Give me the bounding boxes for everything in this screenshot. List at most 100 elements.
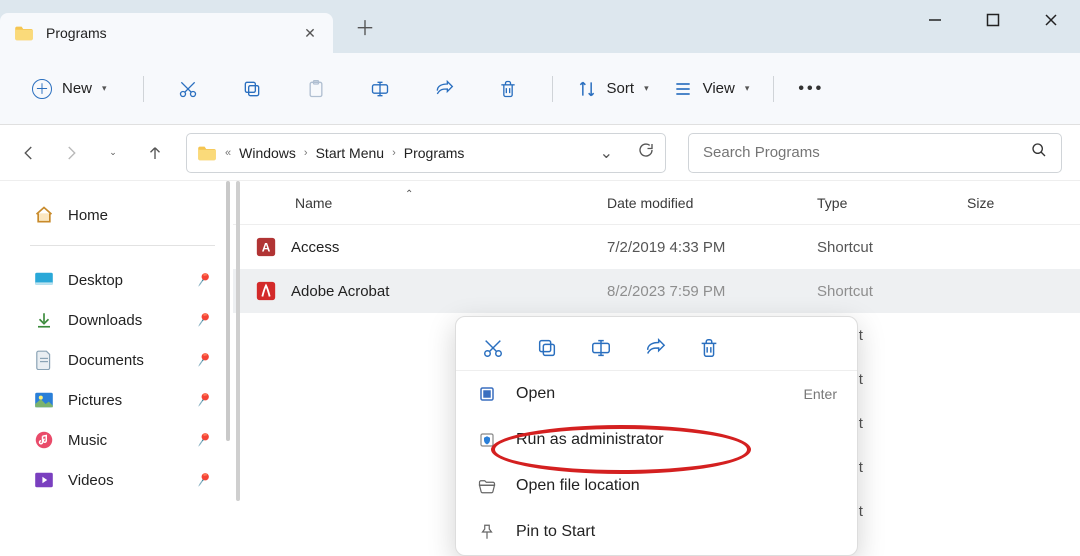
sort-label: Sort xyxy=(607,80,635,97)
context-menu: Open Enter Run as administrator Open fil… xyxy=(455,316,858,556)
view-button[interactable]: View ▾ xyxy=(673,69,750,109)
recent-button[interactable]: ⌄ xyxy=(96,136,130,170)
share-button[interactable] xyxy=(642,335,668,361)
tab-programs[interactable]: Programs ✕ xyxy=(0,13,333,53)
sidebar-label: Desktop xyxy=(68,272,123,289)
access-icon: A xyxy=(255,236,277,258)
col-date[interactable]: Date modified xyxy=(607,195,817,211)
menu-open-label: Open xyxy=(516,385,555,403)
navbar: ⌄ « Windows › Start Menu › Programs ⌄ xyxy=(0,125,1080,181)
menu-open[interactable]: Open Enter xyxy=(456,371,857,417)
share-button[interactable] xyxy=(424,69,464,109)
file-name: Access xyxy=(291,239,607,256)
copy-button[interactable] xyxy=(534,335,560,361)
col-type[interactable]: Type xyxy=(817,195,967,211)
tab-title: Programs xyxy=(46,25,301,41)
videos-icon xyxy=(34,471,54,489)
crumb-programs[interactable]: Programs xyxy=(404,145,465,161)
view-label: View xyxy=(703,80,735,97)
sidebar-item-downloads[interactable]: Downloads 📍 xyxy=(0,300,233,340)
file-date: 7/2/2019 4:33 PM xyxy=(607,239,817,256)
more-button[interactable]: ••• xyxy=(798,80,824,98)
pin-icon[interactable]: 📍 xyxy=(190,468,214,492)
refresh-button[interactable] xyxy=(637,141,655,164)
addr-dropdown[interactable]: ⌄ xyxy=(600,143,613,163)
menu-run-admin-label: Run as administrator xyxy=(516,431,664,449)
pin-icon[interactable]: 📍 xyxy=(190,268,214,292)
paste-button[interactable] xyxy=(296,69,336,109)
separator xyxy=(773,76,774,102)
sidebar-label: Documents xyxy=(68,352,144,369)
delete-button[interactable] xyxy=(488,69,528,109)
menu-pin-start[interactable]: Pin to Start xyxy=(456,509,857,555)
chevron-right-icon: › xyxy=(392,147,396,159)
crumb-windows[interactable]: Windows xyxy=(239,145,296,161)
file-row[interactable]: A Access 7/2/2019 4:33 PM Shortcut xyxy=(233,225,1080,269)
up-button[interactable] xyxy=(138,136,172,170)
pin-icon[interactable]: 📍 xyxy=(190,308,214,332)
new-label: New xyxy=(62,80,92,97)
chevron-down-icon: ▾ xyxy=(644,83,649,94)
tab-close-button[interactable]: ✕ xyxy=(301,25,319,42)
maximize-button[interactable] xyxy=(964,0,1022,40)
acrobat-icon xyxy=(255,280,277,302)
col-size[interactable]: Size xyxy=(967,195,1080,211)
toolbar: ＋ New ▾ Sort ▾ View ▾ ••• xyxy=(0,53,1080,125)
titlebar: Programs ✕ ＋ xyxy=(0,0,1080,53)
pin-icon xyxy=(476,521,498,543)
separator xyxy=(143,76,144,102)
minimize-button[interactable] xyxy=(906,0,964,40)
file-row-selected[interactable]: Adobe Acrobat 8/2/2023 7:59 PM Shortcut xyxy=(233,269,1080,313)
pin-icon[interactable]: 📍 xyxy=(190,428,214,452)
window-controls xyxy=(906,0,1080,40)
view-icon xyxy=(673,69,693,109)
separator xyxy=(552,76,553,102)
chevron-down-icon: ▾ xyxy=(102,83,107,94)
menu-run-admin[interactable]: Run as administrator xyxy=(456,417,857,463)
cut-button[interactable] xyxy=(480,335,506,361)
folder-icon xyxy=(14,25,34,41)
delete-button[interactable] xyxy=(696,335,722,361)
menu-open-location[interactable]: Open file location xyxy=(456,463,857,509)
new-button[interactable]: ＋ New ▾ xyxy=(20,70,119,108)
search-box[interactable] xyxy=(688,133,1062,173)
chevron-down-icon: ▾ xyxy=(745,83,750,94)
sidebar-label: Pictures xyxy=(68,392,122,409)
sidebar-label: Music xyxy=(68,432,107,449)
sidebar-item-documents[interactable]: Documents 📍 xyxy=(0,340,233,380)
rename-button[interactable] xyxy=(360,69,400,109)
crumb-startmenu[interactable]: Start Menu xyxy=(316,145,384,161)
column-headers: ⌃Name Date modified Type Size xyxy=(233,181,1080,225)
close-button[interactable] xyxy=(1022,0,1080,40)
file-type: Shortcut xyxy=(817,239,967,256)
splitter[interactable] xyxy=(236,181,240,501)
pin-icon[interactable]: 📍 xyxy=(190,348,214,372)
sidebar-item-home[interactable]: Home xyxy=(0,195,233,235)
music-icon xyxy=(34,431,54,449)
folder-open-icon xyxy=(476,475,498,497)
copy-button[interactable] xyxy=(232,69,272,109)
col-name[interactable]: ⌃Name xyxy=(255,195,607,211)
documents-icon xyxy=(34,351,54,369)
address-bar[interactable]: « Windows › Start Menu › Programs ⌄ xyxy=(186,133,666,173)
sidebar-item-desktop[interactable]: Desktop 📍 xyxy=(0,260,233,300)
sort-button[interactable]: Sort ▾ xyxy=(577,69,649,109)
cut-button[interactable] xyxy=(168,69,208,109)
sidebar-item-pictures[interactable]: Pictures 📍 xyxy=(0,380,233,420)
downloads-icon xyxy=(34,311,54,329)
sidebar-item-videos[interactable]: Videos 📍 xyxy=(0,460,233,500)
file-date: 8/2/2023 7:59 PM xyxy=(607,283,817,300)
search-icon xyxy=(1031,142,1047,163)
sort-icon xyxy=(577,69,597,109)
sidebar-item-music[interactable]: Music 📍 xyxy=(0,420,233,460)
sort-caret-icon: ⌃ xyxy=(405,189,413,200)
back-button[interactable] xyxy=(12,136,46,170)
pin-icon[interactable]: 📍 xyxy=(190,388,214,412)
desktop-icon xyxy=(34,271,54,289)
rename-button[interactable] xyxy=(588,335,614,361)
shield-icon xyxy=(476,429,498,451)
search-input[interactable] xyxy=(703,144,1031,161)
forward-button[interactable] xyxy=(54,136,88,170)
scrollbar[interactable] xyxy=(226,181,230,441)
new-tab-button[interactable]: ＋ xyxy=(355,12,375,41)
